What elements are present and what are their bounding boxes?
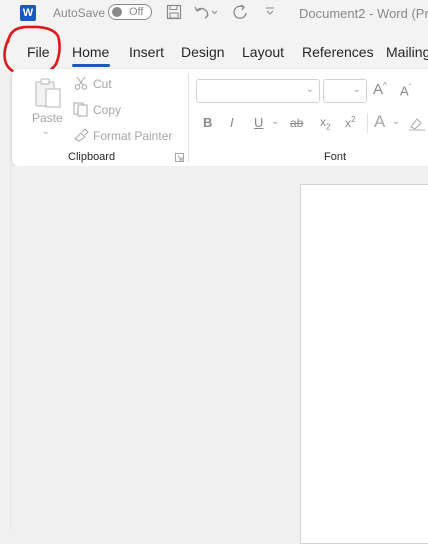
text-effects-chevron[interactable]: ⌄ <box>392 116 400 127</box>
paste-label[interactable]: Paste <box>32 111 63 125</box>
text-effects-button[interactable]: A <box>374 112 385 132</box>
document-title: Document2 - Word (Pro <box>299 6 428 21</box>
tab-references[interactable]: References <box>302 44 374 60</box>
toggle-knob <box>112 7 122 17</box>
paste-dropdown-chevron[interactable]: ⌄ <box>42 126 50 137</box>
clipboard-launcher-icon[interactable] <box>175 153 184 162</box>
tab-insert[interactable]: Insert <box>129 44 164 60</box>
group-separator <box>188 73 189 162</box>
clipboard-group-label: Clipboard <box>68 151 116 163</box>
cut-icon[interactable] <box>74 76 88 90</box>
tab-layout[interactable]: Layout <box>242 44 284 60</box>
format-painter-icon[interactable] <box>73 127 90 142</box>
shrink-font-label: A <box>400 83 409 99</box>
undo-icon[interactable] <box>193 4 219 20</box>
highlight-icon[interactable] <box>408 115 426 131</box>
chevron-down-icon: ⌄ <box>305 84 314 95</box>
shrink-font-button[interactable]: Aˇ <box>400 83 411 98</box>
cut-label[interactable]: Cut <box>93 77 112 91</box>
autosave-label: AutoSave <box>53 6 106 20</box>
active-tab-indicator <box>72 64 110 67</box>
customize-icon[interactable] <box>265 7 275 17</box>
chevron-down-icon: ⌄ <box>352 84 361 95</box>
left-edge-line <box>10 166 11 530</box>
superscript-button[interactable]: x2 <box>345 115 355 130</box>
tab-design[interactable]: Design <box>181 44 225 60</box>
underline-dropdown-chevron[interactable]: ⌄ <box>271 116 279 127</box>
copy-icon[interactable] <box>73 102 89 117</box>
strikethrough-button[interactable]: ab <box>290 116 303 130</box>
paste-icon[interactable] <box>34 77 64 109</box>
grow-font-label: A <box>373 81 384 98</box>
tab-home[interactable]: Home <box>72 44 109 60</box>
font-separator <box>367 113 368 133</box>
tab-mailings[interactable]: Mailing <box>386 44 428 60</box>
font-name-dropdown[interactable]: ⌄ <box>196 79 320 103</box>
font-size-dropdown[interactable]: ⌄ <box>323 79 367 103</box>
word-icon: W <box>20 5 36 21</box>
font-group-label: Font <box>324 151 347 163</box>
copy-label[interactable]: Copy <box>93 103 121 117</box>
redo-icon[interactable] <box>231 3 249 21</box>
underline-button[interactable]: U <box>254 115 263 130</box>
autosave-state: Off <box>129 6 144 18</box>
ribbon-panel: Paste ⌄ Cut Copy Format Painter Clipboar… <box>12 69 428 166</box>
bold-button[interactable]: B <box>203 115 212 130</box>
save-icon[interactable] <box>166 4 182 20</box>
document-page[interactable] <box>300 184 428 544</box>
grow-font-button[interactable]: A^ <box>373 81 387 98</box>
autosave-toggle[interactable]: Off <box>108 4 152 20</box>
italic-button[interactable]: I <box>230 115 234 130</box>
subscript-button[interactable]: x2 <box>320 115 330 131</box>
format-painter-label[interactable]: Format Painter <box>93 129 172 143</box>
